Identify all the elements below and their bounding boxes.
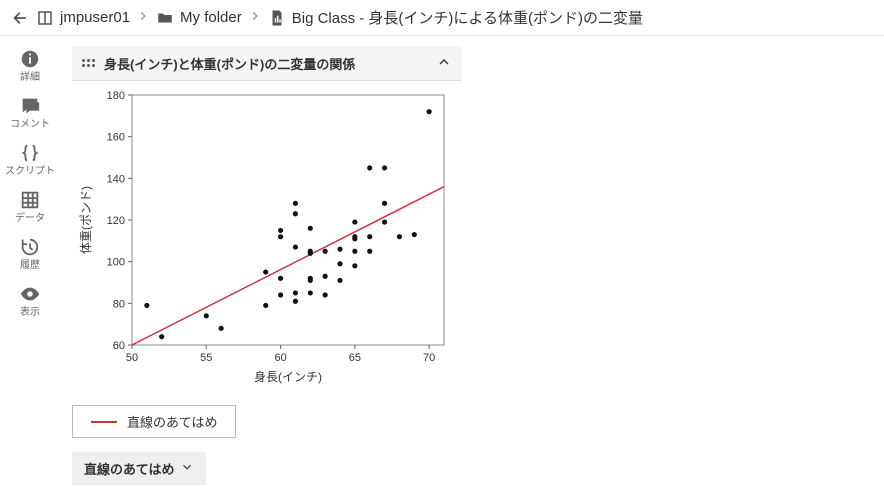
fit-dropdown[interactable]: 直線のあてはめ [72, 452, 206, 485]
svg-text:80: 80 [113, 298, 125, 310]
dropdown-label: 直線のあてはめ [84, 459, 174, 478]
breadcrumb-file[interactable]: Big Class - 身長(インチ)による体重(ポンド)の二変量 [292, 7, 643, 28]
folder-icon [156, 9, 174, 27]
svg-text:160: 160 [107, 132, 125, 144]
back-icon[interactable] [10, 8, 30, 28]
breadcrumb: jmpuser01 My folder Big Class - 身長(インチ)に… [0, 0, 884, 36]
svg-text:140: 140 [107, 173, 125, 185]
svg-text:55: 55 [200, 352, 212, 364]
svg-text:体重(ポンド): 体重(ポンド) [79, 186, 93, 254]
scatter-chart: 60 80 100 120 140 160 180 50 55 60 65 70 身長(インチ) 体重(ポ… [76, 87, 454, 387]
sidebar-item-script[interactable]: スクリプト [0, 142, 60, 177]
sidebar-item-history[interactable]: 履歴 [0, 236, 60, 271]
legend: 直線のあてはめ [72, 405, 236, 438]
chevron-up-icon[interactable] [436, 54, 452, 73]
svg-text:180: 180 [107, 90, 125, 102]
table-icon [36, 9, 54, 27]
chart-panel: 身長(インチ)と体重(ポンド)の二変量の関係 60 80 100 120 140 160 1… [72, 46, 462, 391]
sidebar-item-label: スクリプト [5, 166, 55, 177]
sidebar-item-label: 表示 [20, 307, 40, 318]
panel-header[interactable]: 身長(インチ)と体重(ポンド)の二変量の関係 [72, 46, 462, 80]
chevron-right-icon [248, 9, 262, 26]
drag-handle-icon[interactable] [82, 55, 96, 71]
chevron-right-icon [136, 9, 150, 26]
sidebar-item-label: 履歴 [20, 260, 40, 271]
sidebar-item-comment[interactable]: コメント [0, 95, 60, 130]
svg-text:50: 50 [126, 352, 138, 364]
legend-label: 直線のあてはめ [127, 412, 217, 431]
chevron-down-icon [180, 460, 194, 477]
svg-text:120: 120 [107, 215, 125, 227]
svg-text:60: 60 [274, 352, 286, 364]
sidebar-item-label: データ [15, 213, 45, 224]
svg-text:60: 60 [113, 340, 125, 352]
sidebar-item-data[interactable]: データ [0, 189, 60, 224]
svg-text:100: 100 [107, 257, 125, 269]
sidebar-item-label: コメント [10, 119, 50, 130]
sidebar-item-label: 詳細 [20, 72, 40, 83]
breadcrumb-folder[interactable]: My folder [180, 9, 242, 26]
report-icon [268, 9, 286, 27]
sidebar-item-detail[interactable]: 詳細 [0, 48, 60, 83]
svg-text:65: 65 [349, 352, 361, 364]
breadcrumb-root[interactable]: jmpuser01 [60, 9, 130, 26]
legend-line-icon [91, 421, 117, 423]
sidebar-item-view[interactable]: 表示 [0, 283, 60, 318]
svg-text:70: 70 [423, 352, 435, 364]
sidebar: 詳細 コメント スクリプト データ 履歴 表示 [0, 36, 60, 500]
svg-text:身長(インチ): 身長(インチ) [254, 369, 322, 384]
panel-title: 身長(インチ)と体重(ポンド)の二変量の関係 [104, 54, 436, 73]
